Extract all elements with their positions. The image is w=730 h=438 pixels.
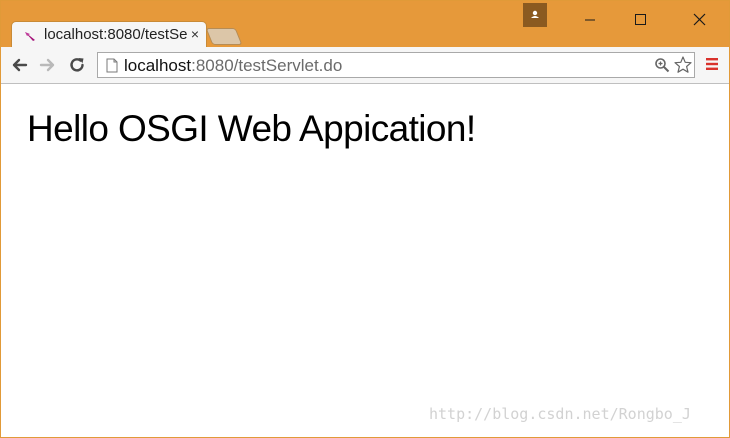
tab-close-button[interactable]: × bbox=[188, 26, 202, 42]
url-path: :8080/testServlet.do bbox=[191, 56, 343, 75]
watermark-text: http://blog.csdn.net/Rongbo_J bbox=[429, 405, 691, 423]
maximize-icon bbox=[635, 14, 646, 25]
back-arrow-icon[interactable] bbox=[9, 55, 29, 75]
minimize-button[interactable] bbox=[567, 1, 613, 39]
page-icon bbox=[106, 58, 118, 73]
url-text: localhost:8080/testServlet.do bbox=[124, 56, 342, 76]
star-icon[interactable] bbox=[673, 55, 693, 75]
toolbar: localhost:8080/testServlet.do bbox=[1, 47, 729, 84]
zoom-icon[interactable] bbox=[654, 57, 670, 73]
close-icon bbox=[693, 13, 706, 26]
page-heading: Hello OSGI Web Appication! bbox=[27, 108, 476, 149]
tab-title: localhost:8080/testServlet.do bbox=[44, 26, 188, 43]
browser-window: localhost:8080/testServlet.do × bbox=[0, 0, 730, 438]
page-content: Hello OSGI Web Appication! http://blog.c… bbox=[1, 84, 729, 437]
user-icon bbox=[531, 10, 539, 18]
maximize-button[interactable] bbox=[617, 1, 663, 39]
minimize-icon bbox=[585, 19, 595, 21]
feather-icon bbox=[25, 32, 35, 41]
profile-button[interactable] bbox=[523, 3, 547, 27]
close-window-button[interactable] bbox=[675, 1, 721, 39]
url-host: localhost bbox=[124, 56, 192, 75]
menu-icon[interactable] bbox=[705, 57, 719, 71]
title-bar: localhost:8080/testServlet.do × bbox=[1, 1, 729, 48]
new-tab-button[interactable] bbox=[205, 28, 243, 45]
reload-icon[interactable] bbox=[67, 55, 87, 75]
address-bar[interactable]: localhost:8080/testServlet.do bbox=[97, 52, 695, 78]
browser-tab[interactable]: localhost:8080/testServlet.do × bbox=[11, 21, 207, 48]
forward-arrow-icon[interactable] bbox=[38, 55, 58, 75]
